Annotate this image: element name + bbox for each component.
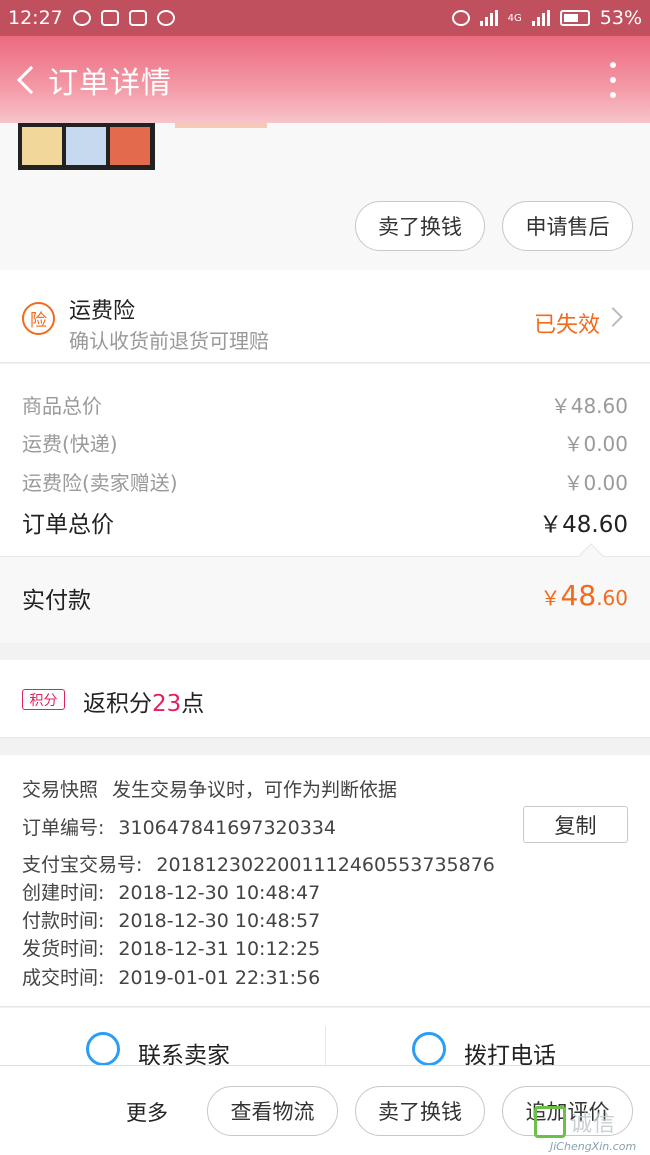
info-label: 创建时间: [22, 882, 105, 904]
price-row-total: 订单总价 ￥48.60 [22, 505, 628, 539]
insurance-status: 已失效 [533, 313, 600, 338]
price-value: ￥48.60 [550, 394, 628, 418]
points-row: 积分 返积分23点 [0, 660, 650, 738]
more-menu-icon[interactable] [606, 62, 620, 98]
back-button[interactable] [0, 36, 50, 123]
info-value: 2018-12-30 10:48:57 [118, 910, 321, 932]
contact-seller-button[interactable]: 联系卖家 [86, 1008, 230, 1069]
view-logistics-button[interactable]: 查看物流 [207, 1086, 338, 1136]
price-row-insurance: 运费险(卖家赠送) ￥0.00 [22, 467, 628, 496]
order-info: 交易快照 发生交易争议时，可作为判断依据 订单编号: 310647841697320… [0, 755, 650, 1007]
status-bar: 12:27 4G 53% [0, 0, 650, 36]
info-value: 2018-12-31 10:12:25 [118, 938, 321, 960]
insurance-icon: 险 [22, 302, 55, 335]
price-row-shipping: 运费(快递) ￥0.00 [22, 428, 628, 457]
signal-icon-2 [531, 10, 550, 26]
order-number-row: 订单编号: 310647841697320334 [22, 813, 336, 840]
points-badge: 积分 [22, 689, 65, 710]
price-breakdown: 商品总价 ￥48.60 运费(快递) ￥0.00 运费险(卖家赠送) ￥0.00… [0, 364, 650, 557]
info-label: 成交时间: [22, 967, 105, 989]
sell-for-cash-button[interactable]: 卖了换钱 [355, 201, 485, 251]
chat-icon [86, 1032, 120, 1066]
image-icon [128, 10, 147, 26]
paid-decimal: .60 [596, 586, 628, 610]
points-text: 返积分23点 [83, 684, 204, 718]
sell-for-cash-button-bottom[interactable]: 卖了换钱 [355, 1086, 485, 1136]
phone-icon [412, 1032, 446, 1066]
call-phone-button[interactable]: 拨打电话 [412, 1008, 556, 1069]
weather-icon [100, 10, 119, 26]
divider [325, 1026, 326, 1066]
paid-integer: 48 [560, 579, 597, 612]
back-arrow-icon [16, 65, 46, 94]
price-label: 商品总价 [22, 394, 102, 418]
more-button[interactable]: 更多 [126, 1097, 168, 1127]
price-value: ￥0.00 [563, 471, 628, 495]
info-value: 2018123022001112460553735876 [156, 854, 495, 876]
paid-amount: ￥48.60 [541, 579, 628, 612]
paid-time-row: 付款时间: 2018-12-30 10:48:57 [22, 906, 320, 933]
total-value: ￥48.60 [539, 512, 628, 538]
site-watermark: 诚信 JiChengXin.com [534, 1104, 650, 1155]
info-value: 2019-01-01 22:31:56 [118, 967, 321, 989]
snapshot-text: 发生交易争议时，可作为判断依据 [112, 779, 398, 801]
info-value: 310647841697320334 [118, 817, 336, 839]
alipay-number-row: 支付宝交易号: 2018123022001112460553735876 [22, 850, 495, 877]
status-time: 12:27 [8, 7, 63, 29]
insurance-title: 运费险 [69, 299, 136, 324]
shipped-time-row: 发货时间: 2018-12-31 10:12:25 [22, 934, 320, 961]
headset-icon [156, 10, 175, 26]
network-type: 4G [507, 12, 522, 24]
info-label: 订单编号: [22, 817, 105, 839]
watermark-text: 诚信 [570, 1112, 617, 1137]
points-value: 23 [152, 691, 182, 717]
battery-icon [559, 10, 590, 26]
copy-button[interactable]: 复制 [523, 806, 628, 843]
info-value: 2018-12-30 10:48:47 [118, 882, 321, 904]
points-prefix: 返积分 [83, 691, 152, 717]
price-label: 运费(快递) [22, 432, 118, 456]
total-label: 订单总价 [22, 512, 114, 538]
shipping-insurance-row[interactable]: 险 运费险 确认收货前退货可理赔 已失效 [0, 270, 650, 363]
info-label: 付款时间: [22, 910, 105, 932]
price-row-goods: 商品总价 ￥48.60 [22, 390, 628, 419]
app-header: 订单详情 [0, 36, 650, 123]
info-label: 发货时间: [22, 938, 105, 960]
contact-row: 联系卖家 拨打电话 [0, 1008, 650, 1069]
page-title: 订单详情 [48, 65, 172, 101]
price-value: ￥0.00 [563, 432, 628, 456]
info-label: 支付宝交易号: [22, 854, 143, 876]
alarm-icon [451, 10, 470, 26]
snapshot-row[interactable]: 交易快照 发生交易争议时，可作为判断依据 [22, 775, 397, 802]
paid-currency: ￥ [540, 586, 561, 610]
created-time-row: 创建时间: 2018-12-30 10:48:47 [22, 878, 320, 905]
price-label: 运费险(卖家赠送) [22, 471, 178, 495]
watermark-logo-icon [534, 1106, 566, 1138]
signal-icon [479, 10, 498, 26]
product-section: 卖了换钱 申请售后 [0, 123, 650, 270]
paid-label: 实付款 [22, 588, 91, 614]
watermark-url: JiChengXin.com [550, 1140, 637, 1153]
notification-icon [72, 10, 91, 26]
points-suffix: 点 [181, 691, 205, 717]
product-tag [175, 123, 267, 128]
completed-time-row: 成交时间: 2019-01-01 22:31:56 [22, 963, 320, 990]
product-thumbnail[interactable] [18, 123, 155, 170]
battery-percent: 53% [599, 7, 642, 29]
insurance-subtitle: 确认收货前退货可理赔 [69, 329, 269, 353]
actual-payment-row: 实付款 ￥48.60 [0, 557, 650, 643]
snapshot-label: 交易快照 [22, 779, 99, 801]
after-sale-button[interactable]: 申请售后 [502, 201, 633, 251]
chevron-right-icon [603, 307, 623, 327]
